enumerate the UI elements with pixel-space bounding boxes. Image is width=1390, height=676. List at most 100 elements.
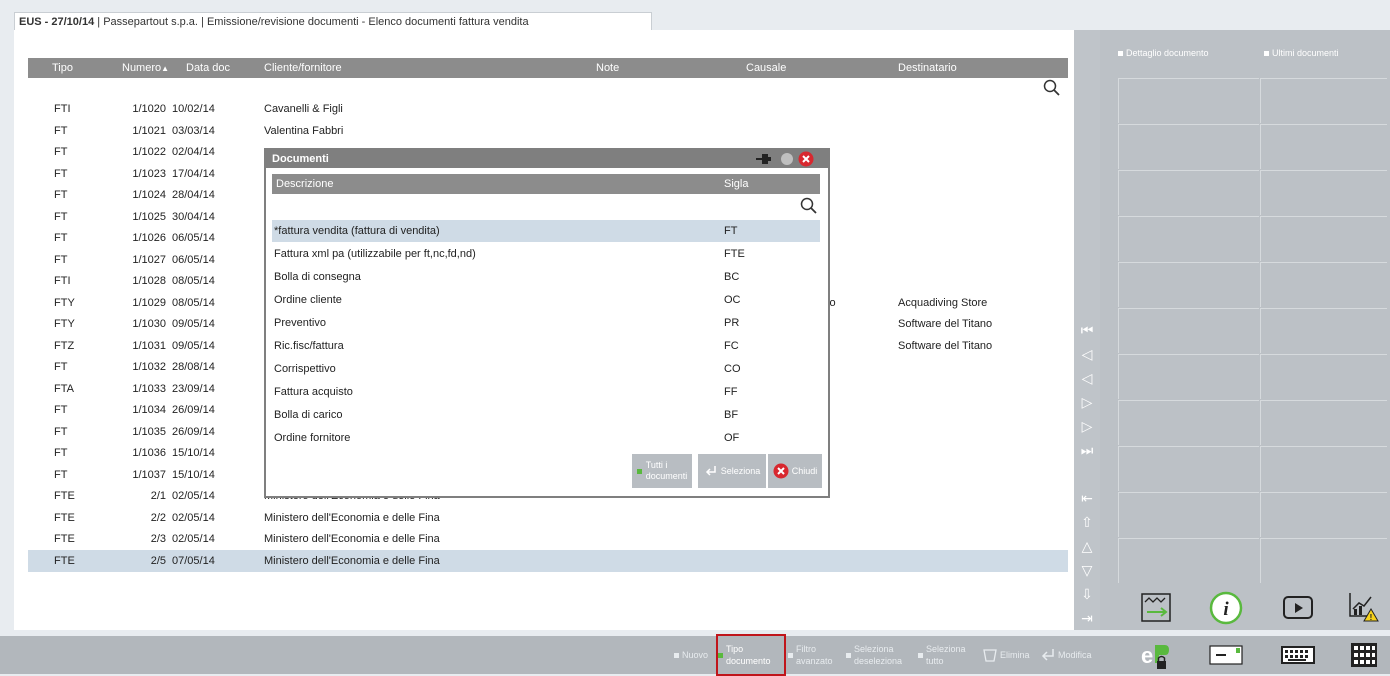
item-descrizione: Fattura acquisto bbox=[274, 386, 353, 398]
bottom-right-toolbar: e bbox=[1100, 636, 1390, 674]
tutti-label-1: Tutti i bbox=[645, 460, 668, 470]
seleziona-tutto-button[interactable]: Seleziona tutto bbox=[918, 636, 966, 674]
item-sigla: BF bbox=[724, 409, 739, 421]
cell-tipo: FTE bbox=[54, 533, 75, 545]
col-numero-label: Numero bbox=[122, 62, 162, 74]
close-icon[interactable] bbox=[798, 151, 814, 167]
table-row[interactable]: FTE 2/5 07/05/14 Ministero dell'Economia e … bbox=[28, 549, 1068, 572]
col-tipo[interactable]: Tipo bbox=[52, 58, 73, 78]
prev-page-icon[interactable]: ◁ bbox=[1080, 346, 1094, 362]
filtro-label-2: avanzato bbox=[796, 656, 833, 666]
cell-numero: 2/2 bbox=[150, 511, 166, 524]
filtro-label-1: Filtro bbox=[796, 644, 816, 654]
col-sigla[interactable]: Sigla bbox=[724, 174, 748, 194]
table-row[interactable]: FTE 2/2 02/05/14 Ministero dell'Economia e … bbox=[28, 507, 1068, 529]
chiudi-label: Chiudi bbox=[791, 466, 818, 476]
item-sigla: BC bbox=[724, 271, 740, 283]
svg-text:!: ! bbox=[1370, 613, 1373, 622]
last-page-icon[interactable]: ⏭ bbox=[1080, 442, 1094, 458]
keyboard-icon[interactable] bbox=[1274, 636, 1322, 674]
chart-warning-icon[interactable]: ! bbox=[1340, 586, 1388, 626]
seleziona-button[interactable]: Seleziona bbox=[698, 454, 766, 488]
cell-tipo: FTY bbox=[54, 296, 75, 309]
cell-data: 17/04/14 bbox=[172, 167, 215, 180]
import-export-icon[interactable] bbox=[1132, 588, 1180, 628]
epassepartout-lock-icon[interactable]: e bbox=[1132, 636, 1180, 674]
dialog-list-item[interactable]: Bolla di carico BF bbox=[272, 404, 820, 426]
col-data[interactable]: Data doc bbox=[186, 58, 230, 78]
grid-menu-icon[interactable] bbox=[1340, 636, 1388, 674]
next-row-icon[interactable]: ▷ bbox=[1080, 394, 1094, 410]
cell-numero: 1/1027 bbox=[132, 253, 166, 266]
dialog-list-item[interactable]: Corrispettivo CO bbox=[272, 358, 820, 380]
filtro-avanzato-button[interactable]: Filtro avanzato bbox=[788, 636, 833, 674]
next-page-icon[interactable]: ▷ bbox=[1080, 418, 1094, 434]
dialog-list-item[interactable]: Bolla di consegna BC bbox=[272, 266, 820, 288]
cell-tipo: FT bbox=[54, 404, 68, 416]
table-row[interactable]: FTI 1/1020 10/02/14 Cavanelli & Figli bbox=[28, 98, 1068, 120]
dialog-list-item[interactable]: Fattura xml pa (utilizzabile per ft,nc,f… bbox=[272, 243, 820, 265]
side-panel-cell bbox=[1118, 308, 1259, 353]
first-page-icon[interactable]: ⏮ bbox=[1080, 322, 1094, 338]
cell-data: 08/05/14 bbox=[172, 296, 215, 309]
cell-tipo: FT bbox=[54, 447, 68, 459]
cell-destinatario: Software del Titano bbox=[898, 318, 993, 330]
col-note[interactable]: Note bbox=[596, 58, 619, 78]
scroll-up-icon[interactable]: △ bbox=[1080, 538, 1094, 554]
col-descrizione[interactable]: Descrizione bbox=[276, 174, 333, 194]
video-icon[interactable] bbox=[1274, 588, 1322, 628]
scroll-top-icon[interactable]: ⇤ bbox=[1080, 490, 1094, 506]
cell-tipo: FT bbox=[54, 124, 68, 137]
dialog-list-item[interactable]: Preventivo PR bbox=[272, 312, 820, 334]
info-icon[interactable]: i bbox=[1202, 588, 1250, 628]
list-navigation-strip: ⏮ ◁ ◁ ▷ ▷ ⏭ ⇤ ⇧ △ ▽ ⇩ ⇥ bbox=[1074, 30, 1100, 630]
nuovo-button[interactable]: Nuovo bbox=[674, 636, 708, 674]
pin-icon[interactable] bbox=[754, 151, 772, 167]
tab-session: EUS - 27/10/14 bbox=[19, 16, 95, 28]
dialog-list-item[interactable]: Ordine fornitore OF bbox=[272, 427, 820, 449]
dialog-search-icon[interactable] bbox=[800, 197, 818, 215]
selez-desel-label-2: deseleziona bbox=[854, 656, 903, 666]
tutti-documenti-button[interactable]: Tutti i documenti bbox=[632, 454, 692, 488]
cell-tipo: FT bbox=[54, 210, 68, 223]
cell-data: 28/08/14 bbox=[172, 361, 215, 373]
cell-data: 15/10/14 bbox=[172, 447, 215, 459]
dialog-list-item[interactable]: Fattura acquisto FF bbox=[272, 381, 820, 403]
table-row[interactable]: FTE 2/3 02/05/14 Ministero dell'Economia e … bbox=[28, 528, 1068, 550]
modifica-button[interactable]: Modifica bbox=[1040, 636, 1092, 674]
tab-screen-title: Emissione/revisione documenti - Elenco d… bbox=[206, 16, 529, 28]
cell-data: 10/02/14 bbox=[172, 103, 215, 115]
prev-row-icon[interactable]: ◁ bbox=[1080, 370, 1094, 386]
list-search-icon[interactable] bbox=[1043, 79, 1061, 97]
cell-tipo: FT bbox=[54, 232, 68, 244]
scroll-page-down-icon[interactable]: ⇩ bbox=[1080, 586, 1094, 602]
scroll-page-up-icon[interactable]: ⇧ bbox=[1080, 514, 1094, 530]
dialog-list-item[interactable]: *fattura vendita (fattura di vendita) FT bbox=[272, 220, 820, 242]
side-panel-cell bbox=[1260, 216, 1387, 261]
item-descrizione: Fattura xml pa (utilizzabile per ft,nc,f… bbox=[274, 248, 476, 260]
dialog-list-item[interactable]: Ordine cliente OC bbox=[272, 289, 820, 311]
list-header: Tipo Numero▲ Data doc Cliente/fornitore … bbox=[28, 58, 1068, 78]
seleziona-deseleziona-button[interactable]: Seleziona deseleziona bbox=[846, 636, 902, 674]
col-causale[interactable]: Causale bbox=[746, 58, 786, 78]
item-sigla: FTE bbox=[724, 248, 745, 260]
table-row[interactable]: FT 1/1021 03/03/14 Valentina Fabbri bbox=[28, 120, 1068, 142]
scroll-down-icon[interactable]: ▽ bbox=[1080, 562, 1094, 578]
tipo-documento-button[interactable]: Tipo documento bbox=[716, 634, 786, 676]
side-panel-cell bbox=[1260, 78, 1387, 123]
message-icon[interactable] bbox=[1202, 636, 1250, 674]
col-numero[interactable]: Numero▲ bbox=[122, 58, 169, 78]
dialog-list-item[interactable]: Ric.fisc/fattura FC bbox=[272, 335, 820, 357]
minimize-circle-icon[interactable] bbox=[780, 152, 794, 166]
chiudi-button[interactable]: Chiudi bbox=[768, 454, 822, 488]
col-destinatario[interactable]: Destinatario bbox=[898, 58, 957, 78]
cell-data: 03/03/14 bbox=[172, 124, 215, 137]
cell-tipo: FTI bbox=[54, 275, 71, 287]
dialog-titlebar[interactable]: Documenti bbox=[266, 150, 828, 168]
col-cliente[interactable]: Cliente/fornitore bbox=[264, 58, 342, 78]
cell-tipo: FTE bbox=[54, 511, 75, 524]
tab-separator: | bbox=[197, 16, 207, 28]
window-tab[interactable]: EUS - 27/10/14 | Passepartout s.p.a. | E… bbox=[14, 12, 652, 31]
elimina-button[interactable]: Elimina bbox=[982, 636, 1030, 674]
scroll-bottom-icon[interactable]: ⇥ bbox=[1080, 610, 1094, 626]
